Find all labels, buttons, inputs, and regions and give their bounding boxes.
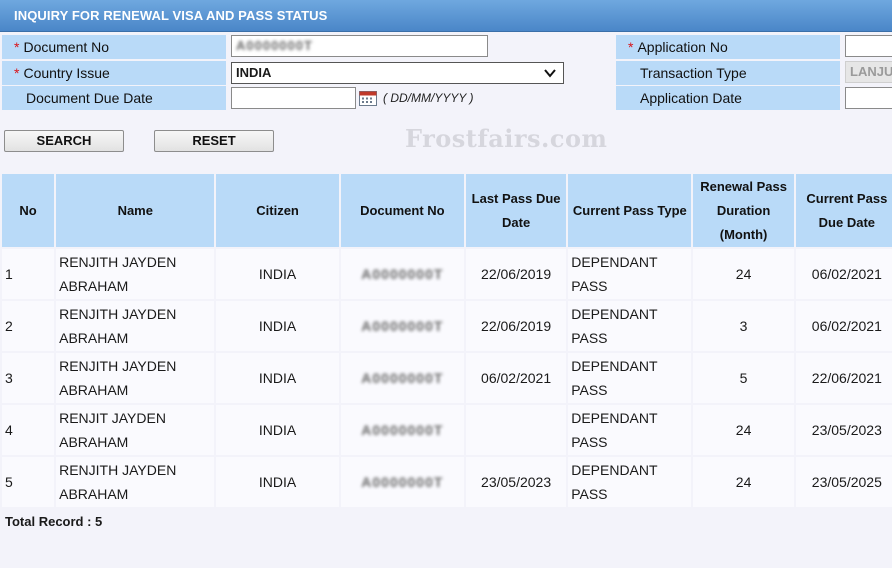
document-due-date-input[interactable] bbox=[231, 87, 356, 109]
cell-document-no: A0000000T bbox=[340, 353, 464, 403]
transaction-type-value: LANJU bbox=[850, 64, 892, 79]
cell-current-pass-type: DEPENDANT PASS bbox=[568, 249, 692, 299]
page-title: INQUIRY FOR RENEWAL VISA AND PASS STATUS bbox=[0, 0, 892, 32]
reset-button[interactable]: RESET bbox=[154, 130, 274, 152]
watermark: Frostfairs.com bbox=[405, 124, 608, 153]
col-header-name: Name bbox=[56, 174, 215, 247]
transaction-type-field: LANJU bbox=[845, 61, 892, 83]
cell-no: 1 bbox=[2, 249, 55, 299]
document-no-input[interactable]: A0000000T bbox=[231, 35, 488, 57]
table-row: 1 RENJITH JAYDEN ABRAHAM INDIA A0000000T… bbox=[2, 249, 892, 299]
cell-renewal-duration: 24 bbox=[693, 405, 794, 455]
cell-name: RENJITH JAYDEN ABRAHAM bbox=[56, 353, 215, 403]
table-row: 4 RENJIT JAYDEN ABRAHAM INDIA A0000000T … bbox=[2, 405, 892, 455]
cell-last-pass-due-date: 22/06/2019 bbox=[465, 301, 567, 351]
cell-no: 2 bbox=[2, 301, 55, 351]
cell-name: RENJIT JAYDEN ABRAHAM bbox=[56, 405, 215, 455]
document-no-label-text: Document No bbox=[23, 39, 110, 55]
cell-document-no: A0000000T bbox=[340, 405, 464, 455]
col-header-last-pass-due-date: Last Pass Due Date bbox=[465, 174, 567, 247]
document-no-label: * Document No bbox=[2, 35, 226, 59]
date-format-hint: ( DD/MM/YYYY ) bbox=[383, 91, 474, 105]
document-no-value: A0000000T bbox=[361, 474, 444, 490]
cell-last-pass-due-date: 23/05/2023 bbox=[465, 457, 567, 507]
cell-last-pass-due-date: 22/06/2019 bbox=[465, 249, 567, 299]
cell-current-pass-type: DEPENDANT PASS bbox=[568, 301, 692, 351]
application-date-label: Application Date bbox=[616, 86, 840, 110]
col-header-citizen: Citizen bbox=[216, 174, 339, 247]
country-issue-label-text: Country Issue bbox=[23, 65, 110, 81]
country-issue-value: INDIA bbox=[236, 65, 272, 80]
total-record: Total Record : 5 bbox=[5, 514, 103, 529]
cell-renewal-duration: 24 bbox=[693, 249, 794, 299]
required-mark: * bbox=[14, 39, 20, 55]
cell-current-pass-due-date: 23/05/2025 bbox=[795, 457, 892, 507]
document-no-value: A0000000T bbox=[361, 266, 444, 282]
cell-citizen: INDIA bbox=[216, 301, 339, 351]
document-no-value: A0000000T bbox=[236, 38, 313, 53]
required-mark: * bbox=[14, 65, 20, 81]
application-date-input[interactable] bbox=[845, 87, 892, 109]
required-mark: * bbox=[628, 39, 634, 55]
document-no-value: A0000000T bbox=[361, 318, 444, 334]
country-issue-label: * Country Issue bbox=[2, 61, 226, 85]
application-date-label-text: Application Date bbox=[640, 90, 742, 106]
application-no-label-text: Application No bbox=[637, 39, 728, 55]
cell-current-pass-due-date: 06/02/2021 bbox=[795, 301, 892, 351]
application-no-label: * Application No bbox=[616, 35, 840, 59]
cell-current-pass-type: DEPENDANT PASS bbox=[568, 457, 692, 507]
cell-current-pass-due-date: 06/02/2021 bbox=[795, 249, 892, 299]
cell-citizen: INDIA bbox=[216, 405, 339, 455]
col-header-renewal-pass-duration: Renewal Pass Duration (Month) bbox=[693, 174, 794, 247]
cell-document-no: A0000000T bbox=[340, 301, 464, 351]
cell-citizen: INDIA bbox=[216, 353, 339, 403]
cell-citizen: INDIA bbox=[216, 249, 339, 299]
cell-document-no: A0000000T bbox=[340, 457, 464, 507]
cell-current-pass-type: DEPENDANT PASS bbox=[568, 353, 692, 403]
cell-last-pass-due-date: 06/02/2021 bbox=[465, 353, 567, 403]
calendar-icon[interactable] bbox=[359, 90, 377, 106]
cell-current-pass-due-date: 23/05/2023 bbox=[795, 405, 892, 455]
cell-no: 5 bbox=[2, 457, 55, 507]
col-header-no: No bbox=[2, 174, 55, 247]
cell-document-no: A0000000T bbox=[340, 249, 464, 299]
transaction-type-label-text: Transaction Type bbox=[640, 65, 747, 81]
cell-name: RENJITH JAYDEN ABRAHAM bbox=[56, 457, 215, 507]
cell-current-pass-type: DEPENDANT PASS bbox=[568, 405, 692, 455]
cell-renewal-duration: 5 bbox=[693, 353, 794, 403]
cell-no: 4 bbox=[2, 405, 55, 455]
document-no-value: A0000000T bbox=[361, 370, 444, 386]
cell-name: RENJITH JAYDEN ABRAHAM bbox=[56, 301, 215, 351]
country-issue-select[interactable]: INDIA bbox=[231, 62, 564, 84]
document-due-date-label: Document Due Date bbox=[2, 86, 226, 110]
col-header-document-no: Document No bbox=[340, 174, 464, 247]
cell-renewal-duration: 24 bbox=[693, 457, 794, 507]
table-row: 3 RENJITH JAYDEN ABRAHAM INDIA A0000000T… bbox=[2, 353, 892, 403]
col-header-current-pass-due-date: Current Pass Due Date bbox=[795, 174, 892, 247]
chevron-down-icon bbox=[544, 69, 556, 78]
cell-citizen: INDIA bbox=[216, 457, 339, 507]
cell-no: 3 bbox=[2, 353, 55, 403]
transaction-type-label: Transaction Type bbox=[616, 61, 840, 85]
search-button[interactable]: SEARCH bbox=[4, 130, 124, 152]
table-row: 2 RENJITH JAYDEN ABRAHAM INDIA A0000000T… bbox=[2, 301, 892, 351]
cell-name: RENJITH JAYDEN ABRAHAM bbox=[56, 249, 215, 299]
cell-current-pass-due-date: 22/06/2021 bbox=[795, 353, 892, 403]
document-due-date-label-text: Document Due Date bbox=[26, 90, 153, 106]
cell-last-pass-due-date bbox=[465, 405, 567, 455]
table-header-row: No Name Citizen Document No Last Pass Du… bbox=[2, 174, 892, 247]
cell-renewal-duration: 3 bbox=[693, 301, 794, 351]
document-no-value: A0000000T bbox=[361, 422, 444, 438]
application-no-input[interactable] bbox=[845, 35, 892, 57]
results-table: No Name Citizen Document No Last Pass Du… bbox=[0, 172, 892, 509]
table-row: 5 RENJITH JAYDEN ABRAHAM INDIA A0000000T… bbox=[2, 457, 892, 507]
col-header-current-pass-type: Current Pass Type bbox=[568, 174, 692, 247]
